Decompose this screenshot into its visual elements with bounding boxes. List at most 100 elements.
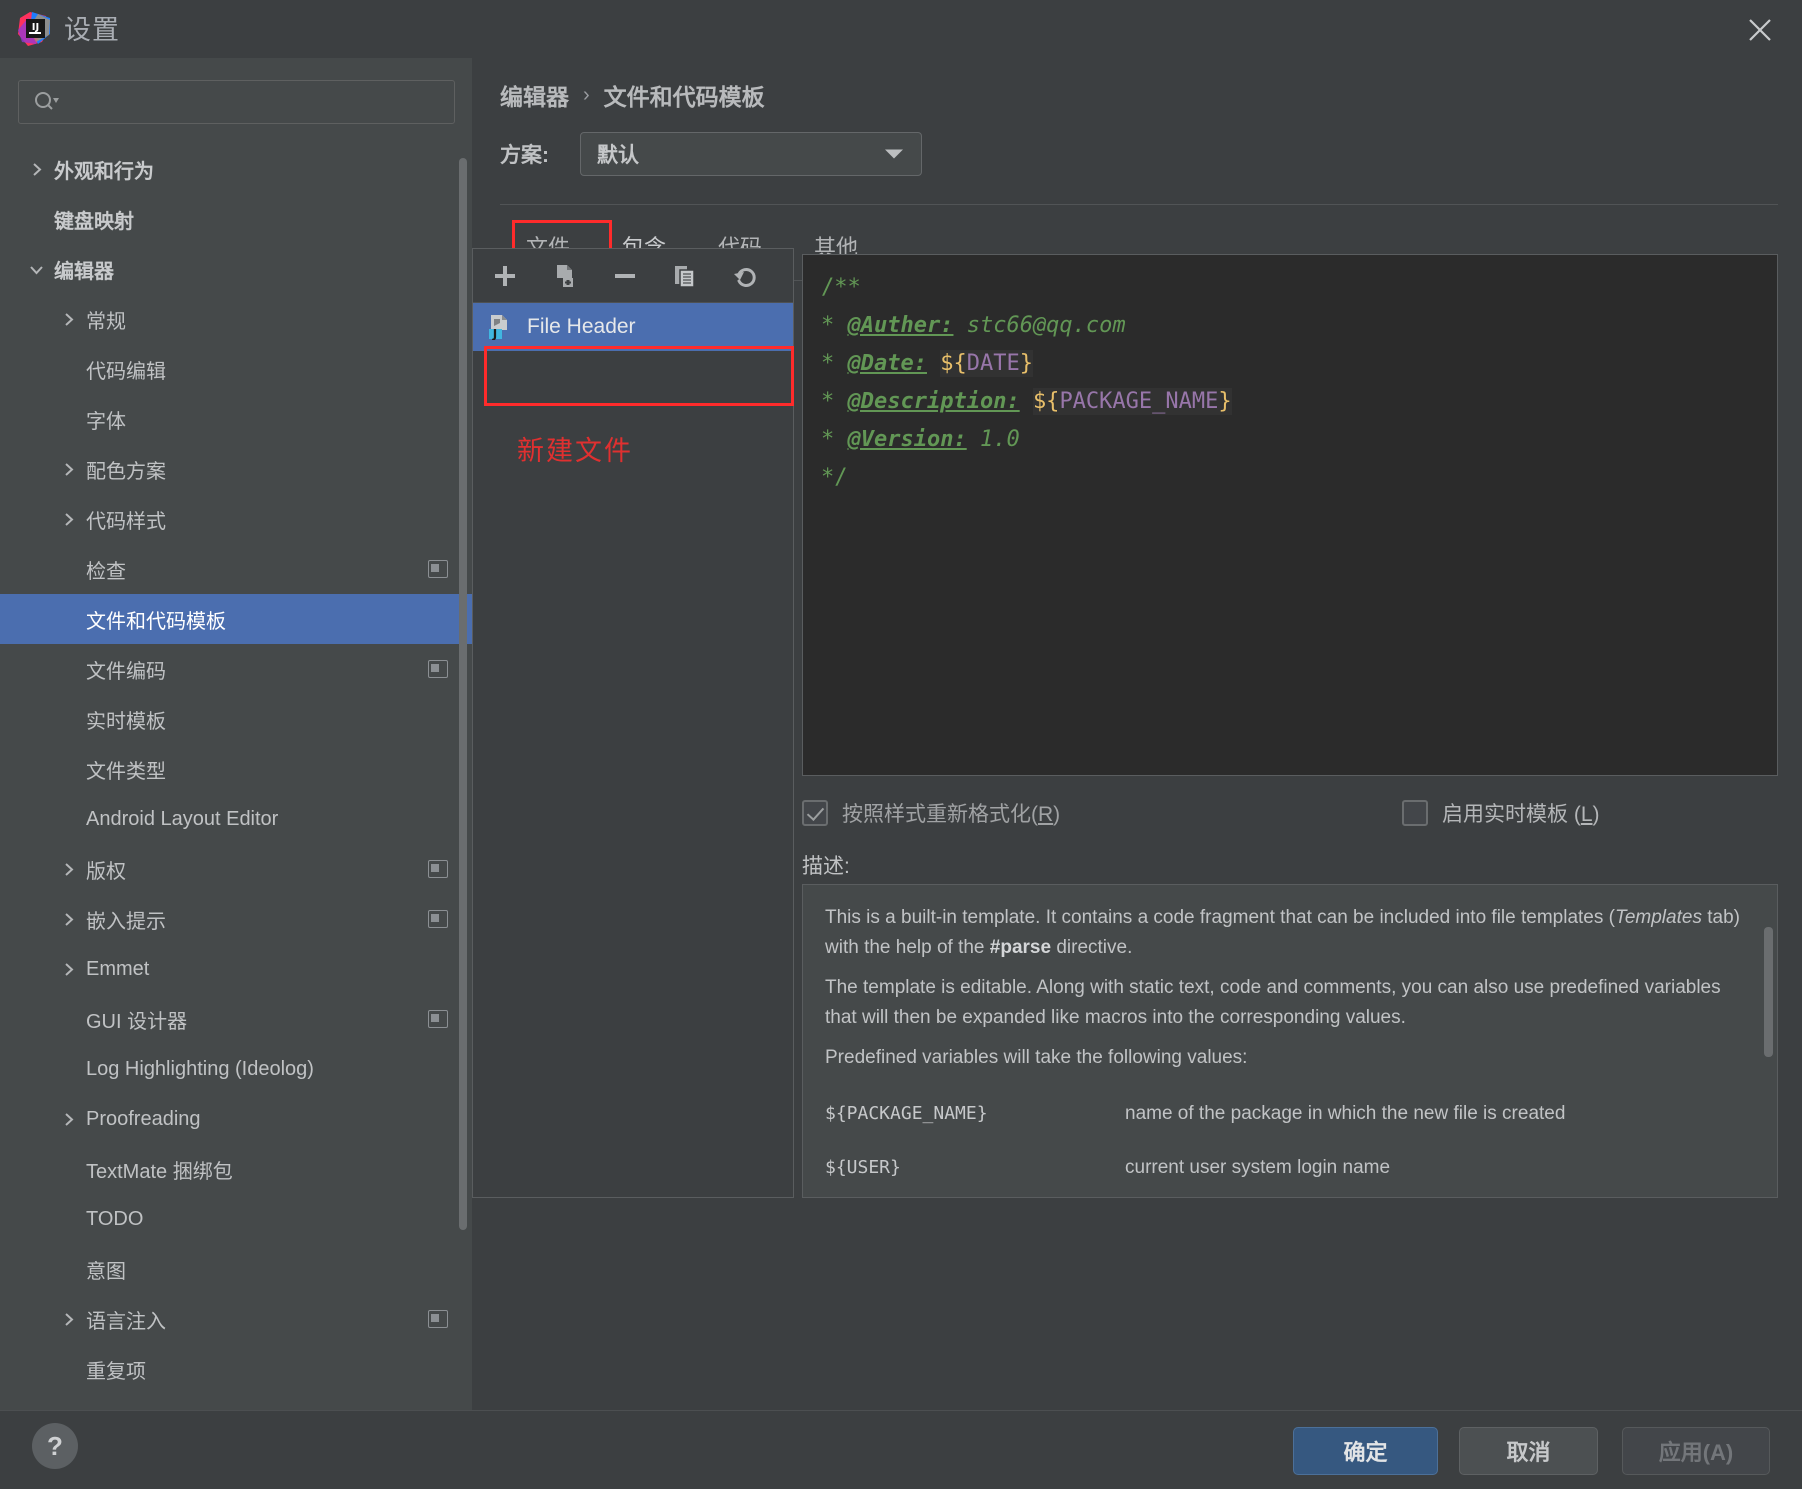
template-list-toolbar[interactable]	[473, 249, 793, 303]
sidebar-item-7[interactable]: 代码样式	[0, 494, 472, 544]
editor-line-5: */	[821, 459, 1759, 497]
chevron-right-icon[interactable]	[56, 907, 80, 931]
variable-description: current user system login name	[1125, 1157, 1391, 1178]
sidebar-item-6[interactable]: 配色方案	[0, 444, 472, 494]
description-paragraph-2: The template is editable. Along with sta…	[825, 977, 1721, 1028]
chevron-right-icon[interactable]	[56, 457, 80, 481]
comment-text	[1020, 389, 1033, 414]
breadcrumb-parent[interactable]: 编辑器	[500, 78, 569, 112]
predefined-variables-table: ${PACKAGE_NAME} name of the package in wh…	[825, 1087, 1755, 1197]
sidebar-item-15[interactable]: 嵌入提示	[0, 894, 472, 944]
cancel-button[interactable]: 取消	[1459, 1427, 1598, 1475]
chevron-right-icon[interactable]	[56, 1107, 80, 1131]
sidebar-item-label: 版权	[86, 860, 126, 883]
variable-row-2: ${DATE}current system date	[825, 1195, 1755, 1197]
editor-line-0: /**	[821, 269, 1759, 307]
sidebar-item-9[interactable]: 文件和代码模板	[0, 594, 472, 644]
sidebar-item-label: TODO	[86, 1207, 144, 1230]
copy-template-icon[interactable]	[547, 258, 583, 294]
settings-sidebar: 外观和行为键盘映射 编辑器 常规代码编辑字体配色方案代码样式 检查 文件和代码模板 文件编…	[0, 58, 472, 1410]
chevron-right-icon[interactable]	[56, 857, 80, 881]
checkbox-unchecked-icon[interactable]	[1402, 800, 1428, 826]
scheme-label: 方案:	[500, 144, 549, 167]
sidebar-item-5[interactable]: 字体	[0, 394, 472, 444]
window-title: 设置	[64, 15, 120, 45]
sidebar-item-14[interactable]: 版权	[0, 844, 472, 894]
javadoc-tag: @Date:	[847, 351, 927, 376]
template-list-item-0[interactable]: J File Header	[473, 303, 793, 351]
sidebar-item-4[interactable]: 代码编辑	[0, 344, 472, 394]
settings-tree[interactable]: 外观和行为键盘映射 编辑器 常规代码编辑字体配色方案代码样式 检查 文件和代码模板 文件编…	[0, 144, 472, 1448]
svg-text:IJ: IJ	[32, 22, 39, 33]
chevron-down-icon	[885, 149, 903, 159]
svg-text:J: J	[492, 327, 497, 340]
intellij-idea-logo: IJ	[16, 10, 54, 48]
javadoc-tag: @Version:	[847, 427, 967, 452]
sidebar-item-label: 外观和行为	[54, 160, 154, 183]
sidebar-item-23[interactable]: 语言注入	[0, 1294, 472, 1344]
sidebar-item-1[interactable]: 键盘映射	[0, 194, 472, 244]
sidebar-item-21[interactable]: TODO	[0, 1194, 472, 1244]
breadcrumb: 编辑器 › 文件和代码模板	[500, 78, 765, 112]
variable-name: ${DATE}	[825, 1195, 1125, 1197]
variable-name: ${USER}	[825, 1157, 901, 1178]
chevron-right-icon[interactable]	[56, 507, 80, 531]
enable-live-templates-checkbox[interactable]: 启用实时模板 (L)	[1402, 798, 1600, 828]
sidebar-item-label: 文件类型	[86, 760, 166, 783]
sidebar-item-17[interactable]: GUI 设计器	[0, 994, 472, 1044]
description-panel: This is a built-in template. It contains…	[802, 884, 1778, 1198]
template-variable: ${DATE}	[940, 350, 1033, 377]
sidebar-item-22[interactable]: 意图	[0, 1244, 472, 1294]
checkbox-checked-icon[interactable]	[802, 800, 828, 826]
variable-row-1: ${USER} current user system login name	[825, 1141, 1755, 1195]
sidebar-item-2[interactable]: 编辑器	[0, 244, 472, 294]
apply-button[interactable]: 应用(A)	[1622, 1427, 1770, 1475]
sidebar-item-12[interactable]: 文件类型	[0, 744, 472, 794]
breadcrumb-current: 文件和代码模板	[603, 84, 765, 110]
java-template-icon: J	[487, 314, 513, 341]
minus-icon[interactable]	[607, 258, 643, 294]
search-icon	[33, 91, 59, 113]
duplicate-icon[interactable]	[667, 258, 703, 294]
revert-icon[interactable]	[727, 258, 763, 294]
plus-icon[interactable]	[487, 258, 523, 294]
sidebar-item-3[interactable]: 常规	[0, 294, 472, 344]
settings-badge-icon	[428, 560, 448, 578]
chevron-down-icon[interactable]	[24, 257, 48, 281]
sidebar-item-20[interactable]: TextMate 捆绑包	[0, 1144, 472, 1194]
ok-button[interactable]: 确定	[1293, 1427, 1438, 1475]
template-list-panel: J File Header	[472, 248, 794, 1198]
sidebar-item-label: 字体	[86, 410, 126, 433]
comment-text: /**	[821, 275, 861, 300]
sidebar-scrollbar[interactable]	[459, 158, 467, 1230]
scheme-dropdown[interactable]: 默认	[580, 132, 922, 176]
description-scrollbar[interactable]	[1764, 927, 1773, 1057]
editor-line-2: * @Date: ${DATE}	[821, 345, 1759, 383]
sidebar-item-16[interactable]: Emmet	[0, 944, 472, 994]
chevron-right-icon[interactable]	[56, 307, 80, 331]
search-box[interactable]	[18, 80, 455, 124]
reformat-according-to-style-checkbox[interactable]: 按照样式重新格式化(R)	[802, 798, 1060, 828]
sidebar-item-19[interactable]: Proofreading	[0, 1094, 472, 1144]
variable-row-0: ${PACKAGE_NAME} name of the package in wh…	[825, 1087, 1755, 1141]
description-parse-directive: #parse	[989, 937, 1052, 958]
sidebar-item-label: 语言注入	[86, 1310, 166, 1333]
sidebar-item-13[interactable]: Android Layout Editor	[0, 794, 472, 844]
sidebar-item-label: 代码编辑	[86, 360, 166, 383]
comment-text	[927, 351, 940, 376]
chevron-right-icon[interactable]	[24, 157, 48, 181]
sidebar-item-0[interactable]: 外观和行为	[0, 144, 472, 194]
sidebar-item-18[interactable]: Log Highlighting (Ideolog)	[0, 1044, 472, 1094]
sidebar-item-label: 配色方案	[86, 460, 166, 483]
sidebar-item-10[interactable]: 文件编码	[0, 644, 472, 694]
template-code-editor[interactable]: /** * @Auther: stc66@qq.com * @Date: ${D…	[802, 254, 1778, 776]
close-icon[interactable]	[1740, 10, 1780, 50]
sidebar-item-8[interactable]: 检查	[0, 544, 472, 594]
search-input[interactable]	[59, 92, 454, 112]
sidebar-item-11[interactable]: 实时模板	[0, 694, 472, 744]
chevron-right-icon[interactable]	[56, 957, 80, 981]
sidebar-item-24[interactable]: 重复项	[0, 1344, 472, 1394]
settings-badge-icon	[428, 660, 448, 678]
help-button[interactable]: ?	[32, 1423, 78, 1469]
chevron-right-icon[interactable]	[56, 1307, 80, 1331]
